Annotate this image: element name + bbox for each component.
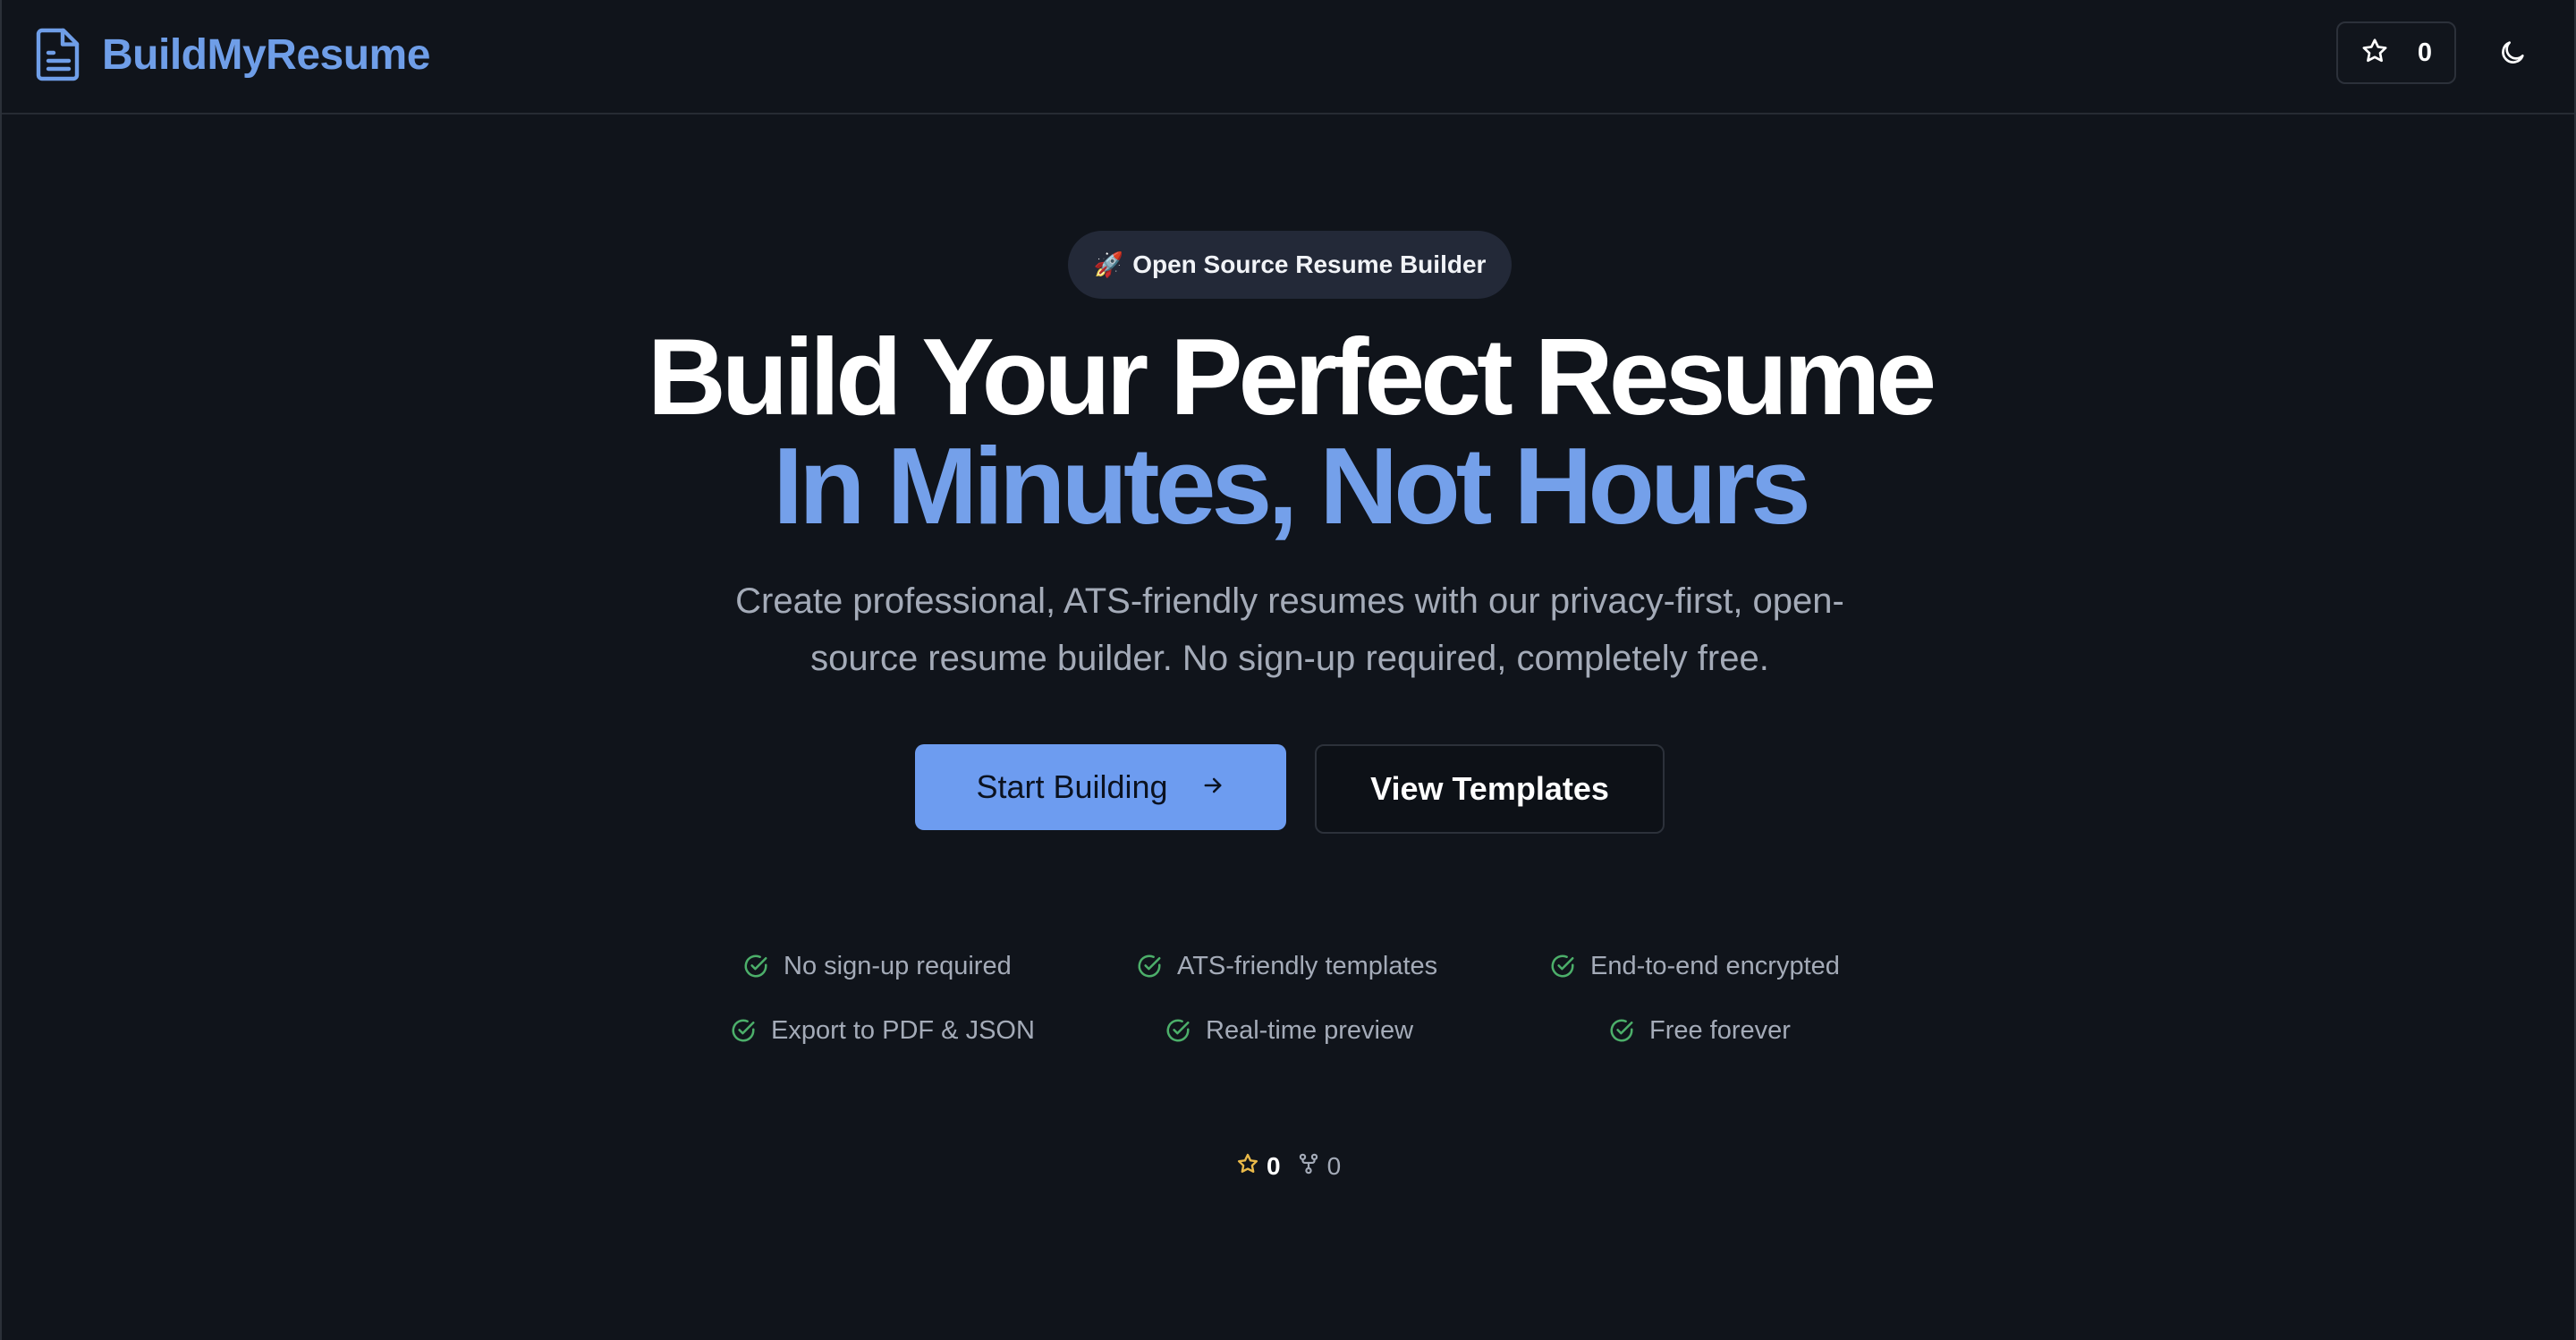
github-star-button[interactable]: 0	[2336, 21, 2456, 84]
star-count: 0	[2417, 38, 2433, 67]
moon-icon	[2498, 38, 2527, 72]
feature-label: Real-time preview	[1206, 1015, 1414, 1045]
theme-toggle-button[interactable]	[2485, 27, 2540, 82]
document-icon	[36, 27, 82, 82]
feature-label: Export to PDF & JSON	[771, 1015, 1035, 1045]
badge-label: Open Source Resume Builder	[1132, 250, 1487, 278]
feature-item: No sign-up required	[742, 948, 1012, 984]
feature-label: Free forever	[1649, 1015, 1791, 1045]
hero-title-line2: In Minutes, Not Hours	[773, 425, 1811, 547]
hero-title-line1: Build Your Perfect Resume	[647, 316, 1937, 437]
rocket-icon: 🚀	[1093, 251, 1124, 278]
page: BuildMyResume 0 🚀 Open Source Resume Bui…	[0, 0, 2576, 1340]
check-circle-icon	[742, 953, 769, 980]
feature-item: Real-time preview	[1165, 1013, 1413, 1048]
stars-stat[interactable]: 0	[1236, 1152, 1281, 1182]
feature-label: ATS-friendly templates	[1177, 951, 1438, 980]
view-templates-label: View Templates	[1370, 770, 1609, 807]
feature-item: Export to PDF & JSON	[730, 1013, 1035, 1048]
star-icon	[2360, 37, 2389, 70]
arrow-right-icon	[1200, 768, 1225, 806]
feature-label: No sign-up required	[784, 951, 1012, 980]
forks-count: 0	[1326, 1152, 1342, 1180]
star-icon	[1236, 1152, 1259, 1182]
fork-icon	[1297, 1152, 1320, 1182]
check-circle-icon	[1549, 953, 1576, 980]
open-source-badge: 🚀 Open Source Resume Builder	[1068, 231, 1512, 299]
start-building-label: Start Building	[976, 768, 1168, 805]
feature-item: ATS-friendly templates	[1136, 948, 1437, 984]
hero-subtitle: Create professional, ATS-friendly resume…	[735, 581, 1844, 678]
check-circle-icon	[1608, 1017, 1635, 1044]
check-circle-icon	[730, 1017, 757, 1044]
stars-count: 0	[1267, 1152, 1281, 1180]
brand-name: BuildMyResume	[102, 30, 430, 79]
brand-logo-link[interactable]: BuildMyResume	[36, 25, 430, 84]
start-building-button[interactable]: Start Building	[915, 744, 1286, 830]
top-navbar: BuildMyResume 0	[2, 0, 2574, 114]
repo-stats[interactable]: 0 0	[1236, 1150, 1341, 1183]
check-circle-icon	[1165, 1017, 1191, 1044]
forks-stat[interactable]: 0	[1297, 1152, 1342, 1182]
feature-item: Free forever	[1608, 1013, 1791, 1048]
feature-label: End-to-end encrypted	[1590, 951, 1840, 980]
view-templates-button[interactable]: View Templates	[1315, 744, 1665, 834]
feature-item: End-to-end encrypted	[1549, 948, 1840, 984]
hero-title: Build Your Perfect Resume In Minutes, No…	[2, 322, 2576, 540]
check-circle-icon	[1136, 953, 1163, 980]
